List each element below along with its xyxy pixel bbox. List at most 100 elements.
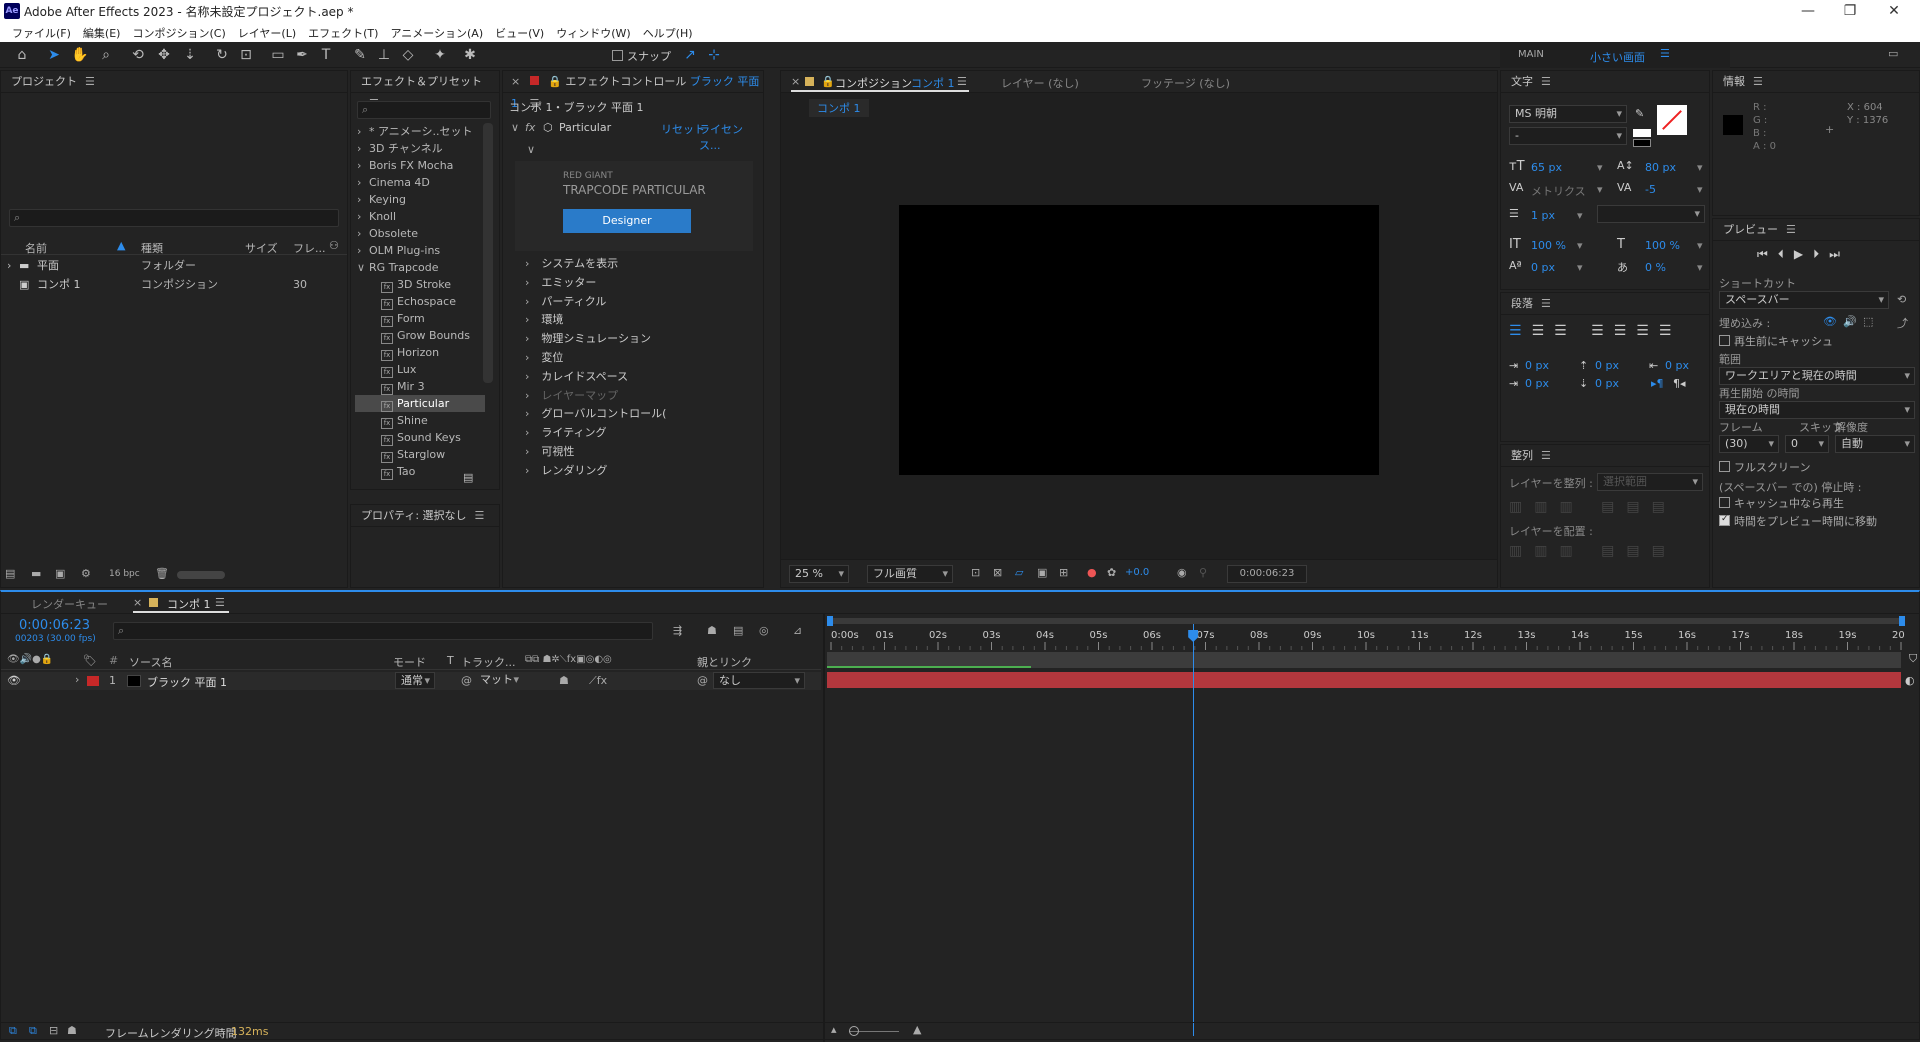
effect-group-row[interactable]: › レンダリング (525, 461, 607, 480)
vertical-scale-value[interactable]: 100 % (1531, 239, 1566, 252)
parent-link-header[interactable]: 親とリンク (697, 654, 752, 670)
panel-menu-icon[interactable]: ☰ (1541, 75, 1551, 88)
frame-blending-icon[interactable]: ▤ (733, 624, 743, 637)
workspace-small-screen[interactable]: 小さい画面 (1590, 49, 1645, 65)
blend-mode-dropdown[interactable]: 通常 (395, 672, 435, 689)
orbit-tool-icon[interactable]: ⟲ (128, 46, 148, 64)
layer-tab[interactable]: レイヤー (なし) (1001, 75, 1079, 91)
kerning-dd-icon[interactable]: ▾ (1597, 183, 1603, 196)
panel-menu-icon[interactable]: ☰ (1753, 75, 1763, 88)
stroke-width-value[interactable]: 1 px (1531, 209, 1555, 222)
comp-marker-bin-icon[interactable]: ⛉ (1909, 652, 1917, 666)
home-icon[interactable]: ⌂ (12, 46, 32, 64)
skip-dropdown[interactable]: 0 (1785, 435, 1829, 453)
horizontal-scale-value[interactable]: 100 % (1645, 239, 1680, 252)
effect-item[interactable]: fx Horizon (355, 344, 485, 361)
lock-icon[interactable]: 🔒 (548, 75, 562, 88)
layer-row[interactable]: 👁 › 1 ブラック 平面 1 通常 @ マット ☗ ⟋fx @ なし (1, 672, 821, 690)
zoom-out-icon[interactable]: ▴ (831, 1023, 837, 1036)
visibility-eye-icon[interactable]: 👁 (7, 674, 21, 687)
col-size[interactable]: サイズ (245, 240, 278, 256)
sub-collapse-icon[interactable]: ∨ (527, 143, 535, 156)
shortcut-dropdown[interactable]: スペースバー (1719, 291, 1889, 309)
indent-right-value[interactable]: 0 px (1665, 359, 1689, 372)
effect-item[interactable]: fx Lux (355, 361, 485, 378)
font-size-value[interactable]: 65 px (1531, 161, 1562, 174)
cache-before-option[interactable]: 再生前にキャッシュ (1719, 333, 1833, 349)
tsume-value[interactable]: 0 % (1645, 261, 1666, 274)
black-swatch[interactable] (1633, 139, 1651, 147)
rotate-tool-icon[interactable]: ↻ (212, 46, 232, 64)
ltr-direction-icon[interactable]: ▸¶ (1651, 377, 1664, 390)
layer-name[interactable]: ブラック 平面 1 (147, 674, 227, 690)
comp-viewer-canvas[interactable] (899, 205, 1379, 475)
distribute-icons-row[interactable]: ▥▥▥ ▤▤▤ (1509, 543, 1677, 559)
snapshot-icon[interactable]: ◉ (1177, 566, 1187, 579)
timeline-comp-tab[interactable]: コンポ 1 (167, 596, 211, 612)
move-time-option[interactable]: 時間をプレビュー時間に移動 (1719, 513, 1877, 529)
cache-if-checkbox[interactable] (1719, 497, 1730, 508)
snap-checkbox[interactable] (612, 50, 623, 61)
panel-menu-icon[interactable]: ☰ (475, 509, 485, 522)
col-name[interactable]: 名前 (25, 240, 47, 256)
expand-icon[interactable]: › (525, 464, 529, 477)
thumbnail-slider[interactable] (177, 571, 225, 579)
stamp-tool-icon[interactable]: ⊥ (374, 46, 394, 64)
effect-category[interactable]: › OLM Plug-ins (355, 242, 485, 259)
toggle-in-out-icon[interactable]: ⊟ (49, 1024, 58, 1037)
menu-file[interactable]: ファイル(F) (6, 22, 77, 42)
effects-scrollbar[interactable] (483, 123, 493, 383)
collapse-icon[interactable]: ∨ (511, 121, 519, 134)
bpc-label[interactable]: 16 bpc (109, 569, 140, 579)
effect-category[interactable]: › 3D チャンネル (355, 140, 485, 157)
panel-menu-icon[interactable]: ☰ (1786, 223, 1796, 236)
stroke-width-dd-icon[interactable]: ▾ (1577, 209, 1583, 222)
eyedropper-icon[interactable]: ✎ (1635, 107, 1644, 120)
cache-before-checkbox[interactable] (1719, 335, 1730, 346)
effect-item[interactable]: fx Starglow (355, 446, 485, 463)
panel-menu-icon[interactable]: ☰ (215, 596, 225, 609)
last-frame-icon[interactable]: ⏭ (1829, 247, 1850, 261)
anchor-tool-icon[interactable]: ⊡ (236, 46, 256, 64)
align-left-icon[interactable]: ☰ (1509, 323, 1532, 339)
comp-tab-label[interactable]: コンポジション (835, 75, 912, 91)
navigator-end-handle[interactable] (1899, 616, 1905, 626)
video-toggle-icon[interactable]: 👁 (1823, 315, 1837, 328)
rtl-direction-icon[interactable]: ¶◂ (1673, 377, 1686, 390)
time-ruler[interactable]: 0:00s 01s 02s 03s 04s 05s 06s 07s 08s 09s 10s 11s 12… (827, 628, 1905, 650)
effect-item[interactable]: fx Sound Keys (355, 429, 485, 446)
menu-edit[interactable]: 編集(E) (77, 22, 127, 42)
next-frame-icon[interactable]: ⏵ (1813, 247, 1829, 261)
lock-icon[interactable]: 🔒 (821, 75, 835, 88)
close-tab-icon[interactable]: × (791, 75, 800, 88)
brush-tool-icon[interactable]: ✎ (350, 46, 370, 64)
effect-group-row[interactable]: › ライティング (525, 423, 607, 442)
graph-editor-icon[interactable]: ⊿ (793, 624, 802, 637)
zoom-slider-knob[interactable] (849, 1026, 859, 1036)
export-icon[interactable]: ⤴ (1897, 315, 1908, 331)
t-header[interactable]: T (447, 654, 454, 667)
effect-category[interactable]: › * アニメーシ..セット (355, 123, 485, 140)
hand-tool-icon[interactable]: ✋ (70, 46, 90, 64)
first-frame-icon[interactable]: ⏮ (1757, 247, 1778, 261)
vscale-dd-icon[interactable]: ▾ (1577, 239, 1583, 252)
effect-group-row[interactable]: › システムを表示 (525, 254, 618, 273)
expand-icon[interactable]: › (525, 445, 529, 458)
pan-tool-icon[interactable]: ✥ (154, 46, 174, 64)
play-from-dropdown[interactable]: 現在の時間 (1719, 401, 1915, 419)
tracking-dd-icon[interactable]: ▾ (1697, 183, 1703, 196)
justify-left-icon[interactable]: ☰ (1591, 323, 1614, 339)
white-swatch[interactable] (1633, 129, 1651, 137)
menu-animation[interactable]: アニメーション(A) (384, 22, 489, 42)
effects-search-input[interactable]: ⌕ (357, 101, 491, 119)
new-preset-icon[interactable]: ▤ (463, 471, 473, 484)
close-tab-icon[interactable]: × (511, 75, 520, 88)
close-button[interactable]: ✕ (1874, 1, 1914, 21)
timeline-search-input[interactable]: ⌕ (113, 622, 653, 640)
alignment-buttons[interactable]: ☰☰☰ ☰☰☰☰ (1509, 323, 1681, 339)
prev-frame-icon[interactable]: ⏴ (1778, 247, 1794, 261)
track-matte-dropdown[interactable]: マット (475, 672, 523, 689)
effect-category[interactable]: › Boris FX Mocha (355, 157, 485, 174)
comp-timecode[interactable]: 0:00:06:23 (1227, 565, 1307, 583)
effect-group-row[interactable]: › エミッター (525, 273, 596, 292)
